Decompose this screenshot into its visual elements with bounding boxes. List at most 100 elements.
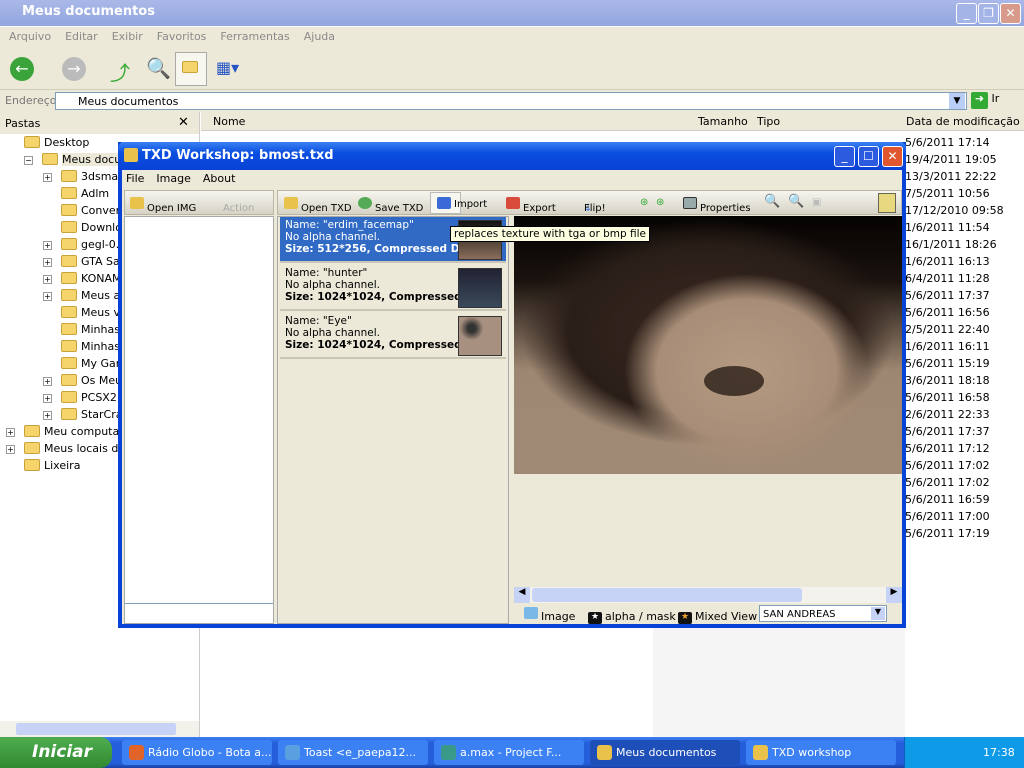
txd-close-button[interactable]: ✕ — [882, 146, 903, 167]
tab-mixed-label: Mixed View — [695, 610, 758, 623]
img-list[interactable] — [124, 216, 274, 624]
menu-editar[interactable]: Editar — [65, 30, 98, 43]
folders-title: Pastas — [5, 117, 41, 130]
app-icon — [129, 745, 144, 760]
column-size[interactable]: Tamanho — [698, 115, 748, 128]
texture-list[interactable]: Name: "erdim_facemap" No alpha channel. Si… — [277, 216, 509, 624]
folder-icon — [61, 408, 77, 420]
folder-icon — [61, 374, 77, 386]
menu-ferramentas[interactable]: Ferramentas — [220, 30, 289, 43]
expand-icon[interactable]: + — [43, 275, 52, 284]
expand-icon[interactable]: + — [43, 173, 52, 182]
txd-maximize-button[interactable]: ☐ — [858, 146, 879, 167]
move-down-icon[interactable]: ⊛ — [656, 197, 664, 208]
expand-icon[interactable]: + — [43, 377, 52, 386]
expand-icon[interactable]: + — [43, 292, 52, 301]
horizontal-scrollbar[interactable] — [0, 721, 199, 737]
beard — [704, 366, 764, 396]
menu-favoritos[interactable]: Favoritos — [157, 30, 207, 43]
taskbar-item[interactable]: TXD workshop — [746, 740, 896, 765]
tree-item-label: Adlm — [81, 187, 110, 200]
chevron-down-icon: ▼ — [871, 607, 885, 620]
flip-label: Flip! — [584, 203, 606, 214]
txd-menu-image[interactable]: Image — [156, 172, 190, 185]
date-cell: 5/6/2011 17:12 — [905, 442, 990, 455]
scroll-right-icon[interactable]: ▶ — [886, 587, 902, 603]
app-icon — [441, 745, 456, 760]
taskbar-item[interactable]: Rádio Globo - Bota a... — [122, 740, 272, 765]
txd-menu-file[interactable]: File — [126, 172, 144, 185]
date-cell: 1/6/2011 11:54 — [905, 221, 990, 234]
search-icon[interactable]: 🔍 — [146, 56, 171, 80]
export-button[interactable]: Export — [506, 197, 556, 214]
tab-mixed-view[interactable]: ★ Mixed View — [678, 607, 757, 624]
expand-icon[interactable]: + — [43, 241, 52, 250]
menu-bar: Arquivo Editar Exibir Favoritos Ferramentas A… — [0, 27, 1024, 48]
import-button[interactable]: Import — [430, 192, 487, 214]
texture-item[interactable]: Name: "Eye" No alpha channel. Size: 1024*1… — [280, 313, 506, 359]
fit-icon[interactable]: ▣ — [812, 197, 821, 208]
game-select[interactable]: SAN ANDREAS ▼ — [759, 605, 887, 622]
address-dropdown-icon[interactable]: ▼ — [949, 93, 965, 109]
views-icon[interactable]: ▦▾ — [216, 58, 246, 78]
menu-exibir[interactable]: Exibir — [112, 30, 143, 43]
close-pane-icon[interactable]: ✕ — [178, 115, 189, 130]
tab-image[interactable]: Image — [524, 607, 575, 623]
go-button[interactable]: ➜ Ir — [971, 92, 1021, 110]
folder-icon — [24, 136, 40, 148]
date-cell: 16/1/2011 18:26 — [905, 238, 997, 251]
minimize-button[interactable]: _ — [956, 3, 977, 24]
folder-icon — [61, 187, 77, 199]
column-name[interactable]: Nome — [213, 115, 245, 128]
scroll-left-icon[interactable]: ◀ — [514, 587, 530, 603]
date-cell: 2/6/2011 22:33 — [905, 408, 990, 421]
txd-workshop-window: TXD Workshop: bmost.txd _ ☐ ✕ File Image A… — [118, 142, 906, 628]
taskbar-item-label: a.max - Project F... — [460, 746, 562, 759]
save-txd-button[interactable]: Save TXD — [358, 197, 423, 214]
folder-icon — [61, 170, 77, 182]
folder-icon — [24, 459, 40, 471]
address-bar[interactable]: Meus documentos — [55, 92, 967, 110]
up-folder-icon[interactable]: ⤴ — [110, 57, 132, 85]
maximize-button[interactable]: ❐ — [978, 3, 999, 24]
expand-icon[interactable]: + — [6, 428, 15, 437]
folder-icon — [61, 255, 77, 267]
texture-item[interactable]: Name: "hunter" No alpha channel. Size: 102… — [280, 265, 506, 311]
zoom-out-icon[interactable]: 🔍 — [788, 194, 804, 209]
preview-horizontal-scrollbar[interactable]: ◀ ▶ — [514, 587, 902, 603]
date-cell: 1/6/2011 16:11 — [905, 340, 990, 353]
start-label: Iniciar — [32, 742, 93, 762]
open-txd-button[interactable]: Open TXD — [284, 197, 352, 214]
address-value: Meus documentos — [78, 95, 179, 108]
date-cell: 5/6/2011 16:58 — [905, 391, 990, 404]
tab-alpha-mask[interactable]: ★ alpha / mask — [588, 607, 676, 624]
expand-icon[interactable]: + — [6, 445, 15, 454]
txd-menu-about[interactable]: About — [203, 172, 236, 185]
open-img-button[interactable]: Open IMG — [130, 197, 196, 214]
column-type[interactable]: Tipo — [757, 115, 780, 128]
collapse-icon[interactable]: − — [24, 156, 33, 165]
taskbar-item[interactable]: a.max - Project F... — [434, 740, 584, 765]
properties-button[interactable]: Properties — [683, 197, 751, 214]
menu-arquivo[interactable]: Arquivo — [9, 30, 51, 43]
properties-label: Properties — [700, 203, 751, 214]
cabinet-icon[interactable] — [878, 193, 896, 213]
folders-button[interactable] — [175, 52, 207, 86]
start-button[interactable]: Iniciar — [0, 737, 112, 768]
menu-ajuda[interactable]: Ajuda — [304, 30, 335, 43]
close-button[interactable]: ✕ — [1000, 3, 1021, 24]
expand-icon[interactable]: + — [43, 394, 52, 403]
zoom-in-icon[interactable]: 🔍 — [764, 194, 780, 209]
move-up-icon[interactable]: ⊛ — [640, 197, 648, 208]
forward-icon[interactable]: → — [62, 57, 86, 81]
column-date[interactable]: Data de modificação — [906, 115, 1020, 128]
txd-minimize-button[interactable]: _ — [834, 146, 855, 167]
taskbar-item[interactable]: Toast <e_paepa12... — [278, 740, 428, 765]
expand-icon[interactable]: + — [43, 258, 52, 267]
txd-toolbar: Open TXD Save TXD Import Export ↓ Flip! … — [277, 190, 902, 215]
scroll-thumb[interactable] — [532, 588, 802, 602]
taskbar-item[interactable]: Meus documentos — [590, 740, 740, 765]
expand-icon[interactable]: + — [43, 411, 52, 420]
back-icon[interactable]: ← — [10, 57, 34, 81]
folder-icon — [61, 221, 77, 233]
